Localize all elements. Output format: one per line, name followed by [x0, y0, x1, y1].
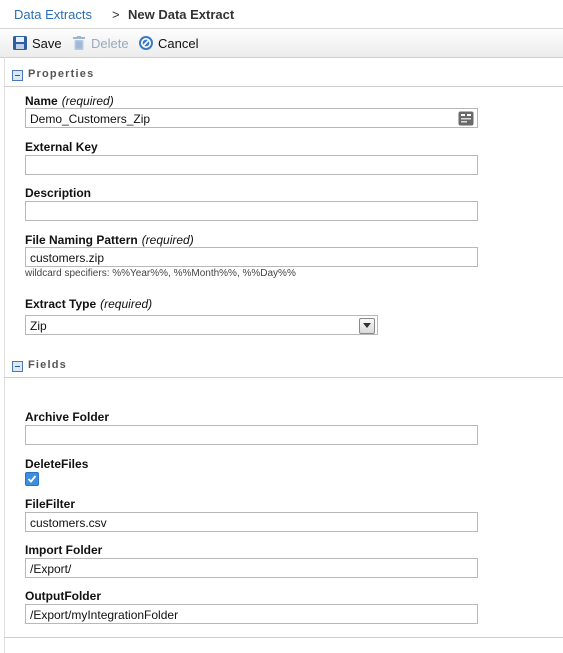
breadcrumb-separator: >: [112, 7, 120, 22]
trash-icon: [71, 35, 87, 51]
fields-section-title: Fields: [28, 359, 67, 371]
save-label: Save: [32, 35, 62, 51]
delete-label: Delete: [91, 35, 129, 51]
breadcrumb-link-data-extracts[interactable]: Data Extracts: [14, 7, 92, 22]
collapse-box-icon[interactable]: [12, 70, 23, 81]
divider: [4, 637, 563, 638]
collapse-box-icon[interactable]: [12, 361, 23, 372]
file-filter-label: FileFilter: [25, 497, 76, 511]
delete-button[interactable]: Delete: [71, 35, 129, 51]
breadcrumb-current: New Data Extract: [128, 7, 235, 22]
cancel-circle-icon: [138, 35, 154, 51]
lookup-icon[interactable]: [458, 111, 474, 126]
name-field[interactable]: Demo_Customers_Zip: [25, 108, 478, 128]
external-key-label: External Key: [25, 140, 98, 154]
file-naming-pattern-label: File Naming Pattern (required): [25, 233, 194, 247]
extract-type-select[interactable]: Zip: [25, 315, 378, 335]
fields-section-header[interactable]: Fields: [4, 355, 563, 378]
name-label: Name (required): [25, 94, 114, 108]
description-field[interactable]: [25, 201, 478, 221]
archive-folder-label: Archive Folder: [25, 410, 110, 424]
wildcard-hint: wildcard specifiers: %%Year%%, %%Month%%…: [25, 268, 296, 279]
extract-type-label: Extract Type (required): [25, 297, 153, 311]
checkmark-icon: [27, 475, 37, 483]
cancel-button[interactable]: Cancel: [138, 35, 198, 51]
save-button[interactable]: Save: [12, 35, 62, 51]
import-folder-field[interactable]: /Export/: [25, 558, 478, 578]
delete-files-label: DeleteFiles: [25, 457, 89, 471]
file-filter-field[interactable]: customers.csv: [25, 512, 478, 532]
toolbar: Save Delete Cancel: [0, 29, 563, 58]
delete-files-checkbox[interactable]: [25, 472, 39, 486]
file-naming-pattern-field[interactable]: customers.zip: [25, 247, 478, 267]
description-label: Description: [25, 186, 92, 200]
breadcrumb: Data Extracts > New Data Extract: [0, 0, 563, 29]
properties-section-header[interactable]: Properties: [4, 64, 563, 87]
properties-section-title: Properties: [28, 68, 95, 80]
cancel-label: Cancel: [158, 35, 199, 51]
floppy-disk-icon: [12, 35, 28, 51]
external-key-field[interactable]: [25, 155, 478, 175]
archive-folder-field[interactable]: [25, 425, 478, 445]
chevron-down-icon[interactable]: [359, 318, 375, 334]
import-folder-label: Import Folder: [25, 543, 103, 557]
output-folder-field[interactable]: /Export/myIntegrationFolder: [25, 604, 478, 624]
output-folder-label: OutputFolder: [25, 589, 101, 603]
